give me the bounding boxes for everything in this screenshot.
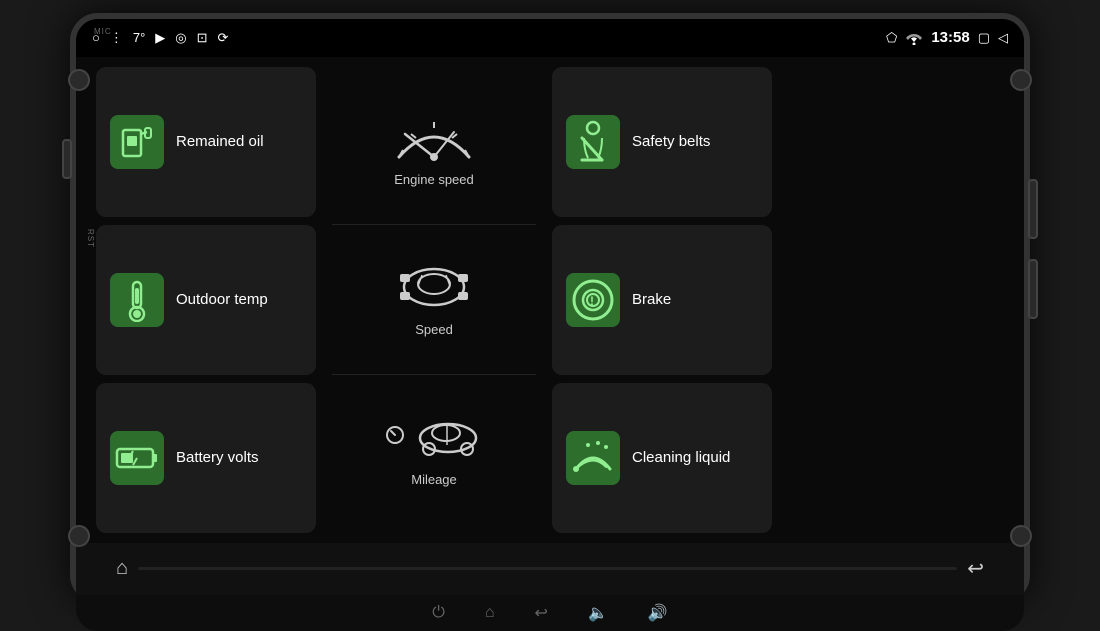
status-left: ○ ⋮ 7° ▶ ◎ ⊡ ⟳	[92, 30, 876, 46]
square-icon: ▢	[978, 30, 990, 46]
rst-label: RST	[86, 229, 95, 248]
device-frame: MIC RST ○ ⋮ 7° ▶ ◎ ⊡ ⟳ ⬠ 13:58 ▢ ◁	[70, 13, 1030, 603]
brake-card[interactable]: ! Brake	[552, 225, 772, 375]
safety-belts-label: Safety belts	[632, 132, 710, 152]
engine-speed-section: Engine speed	[332, 75, 536, 225]
back-phys-button[interactable]: ↩	[535, 603, 548, 623]
physical-bar: ⏻ ⌂ ↩ 🔈 🔊	[76, 595, 1024, 631]
status-right: ⬠ 13:58 ▢ ◁	[886, 29, 1008, 46]
seatbelt-icon	[566, 115, 620, 169]
mount-top-right	[1010, 69, 1032, 91]
center-panel[interactable]: Engine speed Speed	[324, 67, 544, 533]
remained-oil-card[interactable]: Remained oil	[96, 67, 316, 217]
fuel-icon	[110, 115, 164, 169]
mount-top-left	[68, 69, 90, 91]
battery-icon	[110, 431, 164, 485]
back-nav-icon: ◁	[998, 30, 1008, 46]
main-grid: Remained oil Outdoor temp	[76, 57, 1024, 543]
brake-icon: !	[566, 273, 620, 327]
left-button[interactable]	[62, 139, 72, 179]
back-button[interactable]: ↩	[957, 552, 994, 585]
bluetooth-icon: ⬠	[886, 30, 897, 46]
wiper-icon	[566, 431, 620, 485]
mount-bottom-left	[68, 525, 90, 547]
battery-volts-card[interactable]: Battery volts	[96, 383, 316, 533]
menu-icon: ⋮	[110, 30, 123, 46]
wifi-icon	[905, 31, 923, 45]
cleaning-liquid-card[interactable]: Cleaning liquid	[552, 383, 772, 533]
photo-icon: ⊡	[197, 30, 208, 46]
bottom-bar: ⌂ ↩	[76, 543, 1024, 595]
sync-icon: ⟳	[218, 30, 229, 46]
right-button-1[interactable]	[1028, 179, 1038, 239]
clock-display: 13:58	[931, 29, 969, 46]
battery-volts-label: Battery volts	[176, 448, 259, 468]
vol-down-button[interactable]: 🔈	[588, 603, 608, 623]
home-phys-button[interactable]: ⌂	[485, 604, 495, 622]
mount-bottom-right	[1010, 525, 1032, 547]
mileage-label: Mileage	[411, 472, 457, 487]
mileage-section: Mileage	[332, 375, 536, 524]
mic-label: MIC	[94, 27, 112, 36]
remained-oil-label: Remained oil	[176, 132, 264, 152]
progress-bar	[138, 567, 957, 570]
right-button-2[interactable]	[1028, 259, 1038, 319]
speed-section: Speed	[332, 225, 536, 375]
thermometer-icon	[110, 273, 164, 327]
cleaning-liquid-label: Cleaning liquid	[632, 448, 730, 468]
status-bar: ○ ⋮ 7° ▶ ◎ ⊡ ⟳ ⬠ 13:58 ▢ ◁	[76, 19, 1024, 57]
camera-icon: ◎	[175, 30, 186, 46]
speed-label: Speed	[415, 322, 453, 337]
outdoor-temp-card[interactable]: Outdoor temp	[96, 225, 316, 375]
temperature-display: 7°	[133, 30, 145, 45]
outdoor-temp-label: Outdoor temp	[176, 290, 268, 310]
brake-label: Brake	[632, 290, 671, 310]
svg-text:!: !	[590, 294, 594, 308]
power-button[interactable]: ⏻	[432, 604, 445, 622]
vol-up-button[interactable]: 🔊	[648, 603, 668, 623]
engine-speed-label: Engine speed	[394, 172, 474, 187]
media-icon: ▶	[155, 30, 165, 46]
safety-belts-card[interactable]: Safety belts	[552, 67, 772, 217]
home-button[interactable]: ⌂	[106, 553, 138, 584]
